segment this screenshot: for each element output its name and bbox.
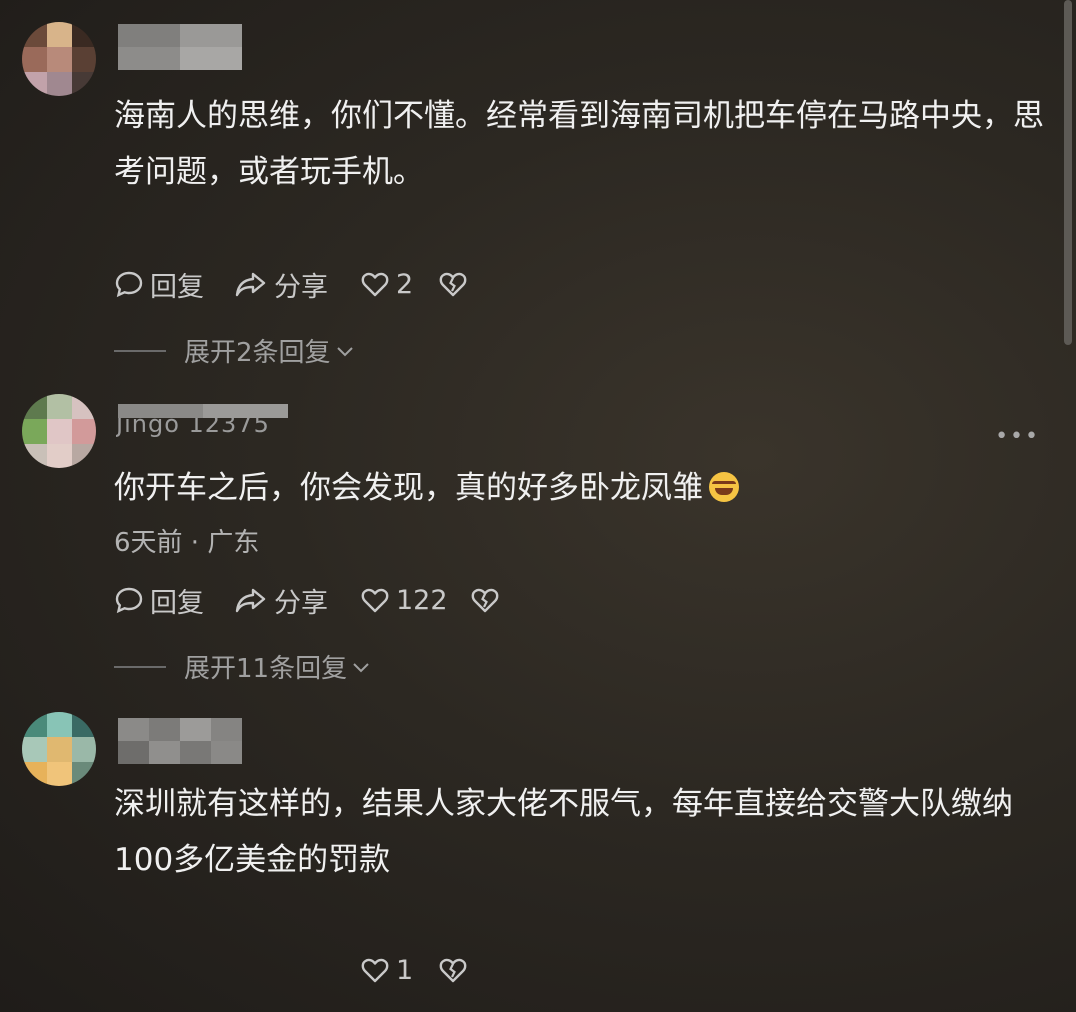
reply-label: 回复	[150, 587, 204, 619]
divider-line	[114, 349, 166, 352]
more-options-button[interactable]: •••	[995, 424, 1040, 449]
comment-text: 深圳就有这样的，结果人家大佬不服气，每年直接给交警大队缴纳100多亿美金的罚款	[114, 786, 1013, 878]
divider-line	[114, 665, 166, 668]
heart-icon	[361, 588, 389, 613]
broken-heart-icon	[439, 958, 467, 983]
expand-replies[interactable]: 展开11条回复	[114, 648, 373, 685]
chevron-down-icon	[353, 662, 369, 672]
reply-label: 回复	[150, 271, 204, 303]
like-button[interactable]: 1	[360, 950, 413, 990]
avatar[interactable]	[22, 394, 96, 468]
share-label: 分享	[274, 587, 328, 619]
like-count: 2	[396, 268, 414, 300]
comment-actions: 1	[114, 950, 614, 990]
expand-replies[interactable]: 展开2条回复	[114, 332, 357, 369]
share-button[interactable]: 分享	[234, 264, 328, 304]
like-count: 1	[396, 954, 414, 986]
share-button[interactable]: 分享	[234, 580, 328, 620]
expand-label: 展开11条回复	[184, 654, 348, 684]
share-icon	[235, 272, 266, 297]
avatar[interactable]	[22, 22, 96, 96]
dislike-button[interactable]	[470, 580, 506, 620]
dislike-button[interactable]	[438, 264, 474, 304]
heart-icon	[361, 958, 389, 983]
comment-bubble-icon	[115, 271, 143, 298]
like-button[interactable]: 2	[360, 264, 413, 304]
rolling-on-floor-laughing-emoji	[709, 472, 739, 502]
share-icon	[235, 588, 266, 613]
comment-text: 海南人的思维，你们不懂。经常看到海南司机把车停在马路中央，思考问题，或者玩手机。	[114, 98, 1044, 190]
comment-text-content: 你开车之后，你会发现，真的好多卧龙凤雏	[114, 470, 703, 506]
broken-heart-icon	[471, 588, 499, 613]
like-count: 122	[396, 584, 448, 616]
dislike-button[interactable]	[438, 950, 474, 990]
comment-meta: 6天前 · 广东	[114, 528, 260, 558]
share-label: 分享	[274, 271, 328, 303]
like-button[interactable]: 122	[360, 580, 448, 620]
expand-label: 展开2条回复	[184, 338, 331, 368]
comment-text: 你开车之后，你会发现，真的好多卧龙凤雏	[114, 460, 1044, 516]
reply-button[interactable]: 回复	[114, 264, 204, 304]
chevron-down-icon	[336, 346, 353, 356]
scrollbar[interactable]	[1064, 0, 1072, 345]
reply-button[interactable]: 回复	[114, 580, 204, 620]
comment-actions: 回复 分享 122	[114, 580, 634, 620]
username-blurred[interactable]	[118, 718, 242, 764]
avatar[interactable]	[22, 712, 96, 786]
heart-icon	[361, 272, 389, 297]
comment-actions: 回复 分享 2	[114, 264, 614, 304]
broken-heart-icon	[439, 272, 467, 297]
username-blurred[interactable]	[118, 24, 242, 70]
comment-bubble-icon	[115, 587, 143, 614]
